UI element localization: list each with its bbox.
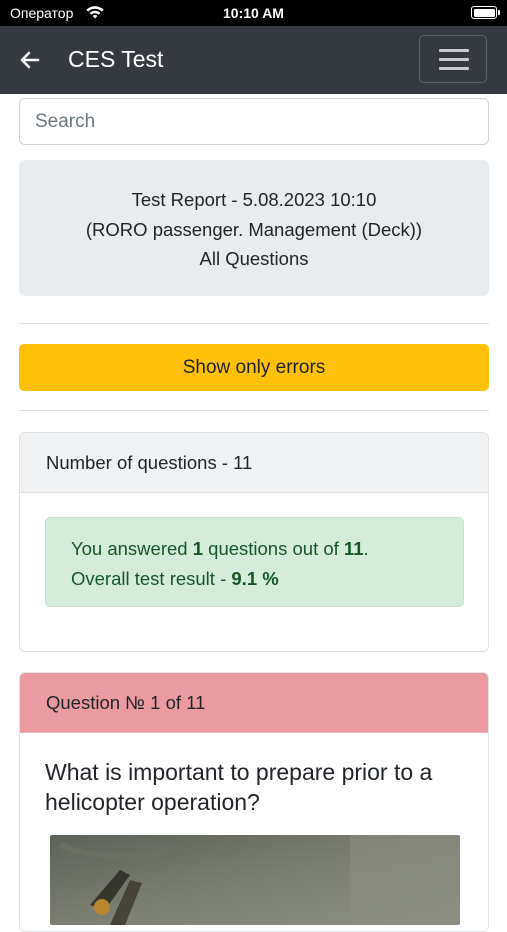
search-input[interactable] <box>19 98 489 145</box>
page-title: CES Test <box>68 46 164 72</box>
show-only-errors-button[interactable]: Show only errors <box>19 344 489 391</box>
report-title: Test Report - 5.08.2023 10:10 <box>131 189 377 210</box>
question-card: Question № 1 of 11 What is important to … <box>19 672 489 932</box>
report-scope: All Questions <box>199 248 309 269</box>
report-info: Test Report - 5.08.2023 10:10 (RORO pass… <box>19 160 489 296</box>
summary-card: Number of questions - 11 You answered 1 … <box>19 432 489 652</box>
question-text: What is important to prepare prior to a … <box>45 759 433 815</box>
result-alert: You answered 1 questions out of 11. Over… <box>45 517 464 607</box>
answered-count: 1 <box>192 538 204 559</box>
answered-line: You answered 1 questions out of 11. <box>71 538 369 559</box>
question-image <box>50 835 460 925</box>
navbar: CES Test <box>0 26 507 94</box>
total-count: 11 <box>343 538 364 559</box>
divider <box>19 323 489 324</box>
battery-icon <box>471 6 500 19</box>
menu-toggle-button[interactable] <box>419 35 487 83</box>
question-header: Question № 1 of 11 <box>20 673 488 733</box>
hamburger-icon <box>439 49 469 52</box>
result-line: Overall test result - 9.1 % <box>71 567 279 589</box>
status-bar: Оператор 10:10 AM <box>0 0 507 26</box>
question-count-header: Number of questions - 11 <box>20 433 488 493</box>
result-value: 9.1 % <box>231 567 279 589</box>
back-arrow-icon[interactable] <box>18 48 42 72</box>
report-category: (RORO passenger. Management (Deck)) <box>85 218 423 240</box>
divider <box>19 410 489 411</box>
status-time: 10:10 AM <box>223 5 284 21</box>
